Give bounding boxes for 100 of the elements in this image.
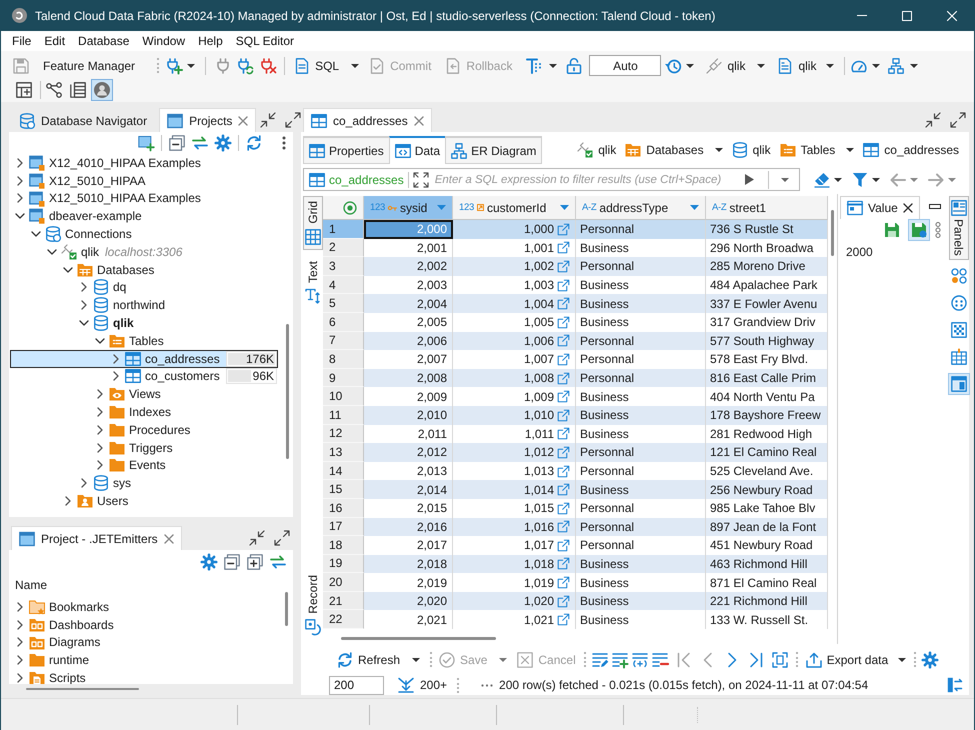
maximize-icon[interactable]	[274, 530, 290, 546]
table-row[interactable]: 12 2,011 1,011 Business 281 Redwood High	[323, 424, 828, 444]
link-icon[interactable]	[557, 241, 570, 254]
menu-item[interactable]: Edit	[39, 33, 70, 49]
table-row[interactable]: 5 2,004 1,004 Business 337 E Fowler Avenu	[323, 294, 828, 313]
link-icon[interactable]	[557, 222, 570, 236]
caret-icon[interactable]	[826, 64, 834, 68]
tree-item[interactable]: Tables	[95, 332, 164, 350]
link-icon[interactable]	[557, 520, 570, 534]
table-row[interactable]: 21 2,020 1,020 Business 221 Richmond Hill	[323, 592, 828, 610]
breadcrumb-item[interactable]: qlik	[577, 142, 616, 158]
text-tool-icon[interactable]	[526, 58, 542, 74]
last-page-icon[interactable]	[748, 652, 764, 668]
link-icon[interactable]	[557, 538, 570, 552]
table-row[interactable]: 1 2,000 1,000 Personnal 736 S Rustle St	[323, 220, 828, 239]
add-row-icon[interactable]	[612, 652, 628, 668]
chevron-right-icon[interactable]	[17, 620, 23, 630]
sub-tab[interactable]: Properties	[303, 136, 390, 164]
fetch-icon[interactable]	[398, 677, 414, 693]
toolbar-toggle-button[interactable]	[908, 219, 930, 241]
breadcrumb-item[interactable]: Databases	[625, 142, 723, 158]
maximize-icon[interactable]	[285, 112, 302, 128]
caret-icon[interactable]	[686, 64, 694, 68]
table-row[interactable]: 4 2,003 1,003 Business 484 Apalachee Park	[323, 276, 828, 294]
tree-item[interactable]: Views	[95, 385, 161, 404]
link-icon[interactable]	[557, 483, 570, 496]
sync-icon[interactable]	[246, 135, 262, 151]
tree-item[interactable]: northwind	[79, 296, 166, 314]
caret-icon[interactable]	[714, 148, 723, 152]
table-row[interactable]: 16 2,015 1,015 Personnal 985 Lake Tahoe Blv	[323, 498, 828, 518]
link-icon[interactable]	[557, 576, 570, 590]
tree-item[interactable]: Triggers	[95, 438, 173, 457]
collapse-all-icon[interactable]	[169, 135, 185, 151]
chevron-right-icon[interactable]	[17, 176, 23, 186]
caret-icon[interactable]	[834, 178, 842, 182]
chevron-down-icon[interactable]	[31, 231, 41, 238]
table-row[interactable]: 20 2,019 1,019 Business 871 El Camino Real	[323, 573, 828, 592]
tree-item[interactable]: Bookmarks	[15, 598, 110, 616]
link-icon[interactable]	[557, 334, 570, 348]
toolbar-toggle-button[interactable]	[948, 372, 970, 395]
chevron-right-icon[interactable]	[17, 673, 23, 684]
chevron-right-icon[interactable]	[81, 300, 87, 310]
settings-icon[interactable]	[201, 554, 217, 570]
caret-icon[interactable]	[187, 64, 196, 68]
table-row[interactable]: 17 2,016 1,016 Personnal 897 Jean de la Font	[323, 518, 828, 536]
table-row[interactable]: 2 2,001 1,001 Business 296 North Broadwa	[323, 238, 828, 258]
caret-icon[interactable]	[910, 64, 918, 68]
tree-item[interactable]: X12_4010_HIPAA Examples	[15, 154, 201, 172]
tree-item[interactable]: co_customers 96K	[111, 368, 278, 386]
chevron-right-icon[interactable]	[17, 655, 23, 666]
chevron-down-icon[interactable]	[47, 248, 57, 255]
menu-item[interactable]: SQL Editor	[230, 33, 300, 49]
tree-item[interactable]: X12_5010_HIPAA Examples	[15, 190, 201, 208]
table-row[interactable]: 3 2,002 1,002 Personnal 285 Moreno Drive	[323, 257, 828, 276]
link-icon[interactable]	[557, 278, 570, 292]
table-row[interactable]: 19 2,018 1,018 Business 463 Richmond Hill	[323, 554, 828, 574]
chevron-right-icon[interactable]	[97, 389, 103, 400]
table-row[interactable]: 9 2,008 1,008 Personnal 816 East Calle Prim	[323, 368, 828, 388]
tree-item[interactable]: Diagrams	[15, 634, 100, 652]
table-row[interactable]: 6 2,005 1,005 Business 317 Grandview Driv	[323, 312, 828, 332]
minimize-icon[interactable]	[856, 15, 866, 16]
panel-toggle-icon[interactable]	[947, 677, 963, 693]
toolbar-toggle-button[interactable]	[43, 79, 65, 101]
link-icon[interactable]	[557, 390, 570, 404]
caret-icon[interactable]	[412, 658, 420, 662]
link-icon[interactable]	[557, 408, 570, 422]
value-tab[interactable]: Value	[840, 196, 920, 219]
chevron-down-icon[interactable]	[63, 266, 73, 273]
close-icon[interactable]	[902, 203, 913, 213]
chevron-right-icon[interactable]	[97, 460, 103, 470]
chevron-right-icon[interactable]	[97, 442, 103, 453]
new-project-icon[interactable]	[138, 135, 154, 151]
link-icon[interactable]	[557, 446, 570, 459]
chevron-down-icon[interactable]	[15, 213, 25, 220]
menu-item[interactable]: File	[7, 33, 36, 49]
column-header[interactable]: A-Z addressType	[576, 196, 706, 220]
connection-selector[interactable]: qlik	[706, 54, 746, 76]
caret-icon[interactable]	[872, 64, 880, 68]
link-icon[interactable]	[557, 502, 570, 515]
link-icon[interactable]	[557, 316, 570, 329]
transaction-mode-field[interactable]: Auto	[589, 55, 662, 76]
panel-tab[interactable]: Database Navigator	[11, 108, 156, 132]
link-icon[interactable]	[557, 372, 570, 385]
panel-tab[interactable]: Projects	[159, 108, 256, 132]
link-icon[interactable]	[557, 260, 570, 273]
hierarchy-icon[interactable]	[888, 58, 904, 74]
caret-icon[interactable]	[846, 148, 854, 152]
toolbar-toggle-button[interactable]	[91, 79, 113, 101]
table-row[interactable]: 14 2,013 1,013 Personnal 525 Cleveland Ave.	[323, 462, 828, 480]
delete-row-icon[interactable]	[652, 652, 668, 668]
export-data-button[interactable]: Export data	[806, 648, 888, 670]
chevron-right-icon[interactable]	[65, 496, 71, 506]
history-icon[interactable]	[665, 58, 682, 74]
expand-all-icon[interactable]	[247, 554, 263, 570]
table-row[interactable]: 15 2,014 1,014 Business 256 Newbury Road	[323, 480, 828, 499]
tree-item[interactable]: Connections	[31, 225, 132, 243]
save-icon[interactable]	[13, 58, 29, 74]
tree-item[interactable]: Databases	[63, 260, 154, 279]
tree-item[interactable]: runtime	[15, 651, 90, 670]
caret-icon[interactable]	[351, 64, 360, 68]
